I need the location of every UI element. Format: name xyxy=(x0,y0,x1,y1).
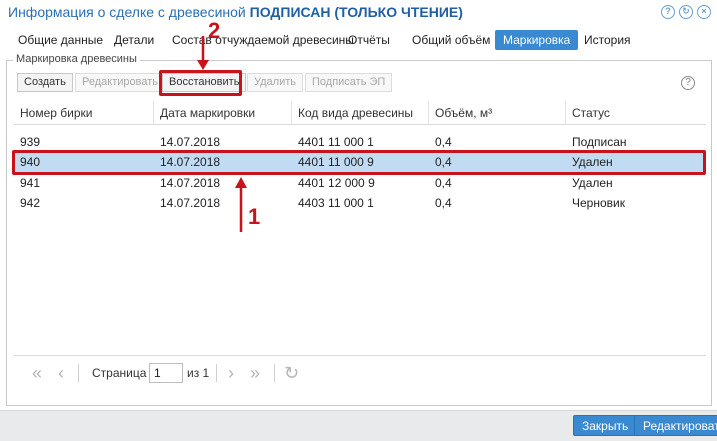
arrow-to-row xyxy=(235,177,247,232)
annotation-marker-1: 1 xyxy=(248,204,261,229)
annotation-marker-2: 2 xyxy=(208,18,221,43)
annotation-arrows xyxy=(197,36,247,232)
